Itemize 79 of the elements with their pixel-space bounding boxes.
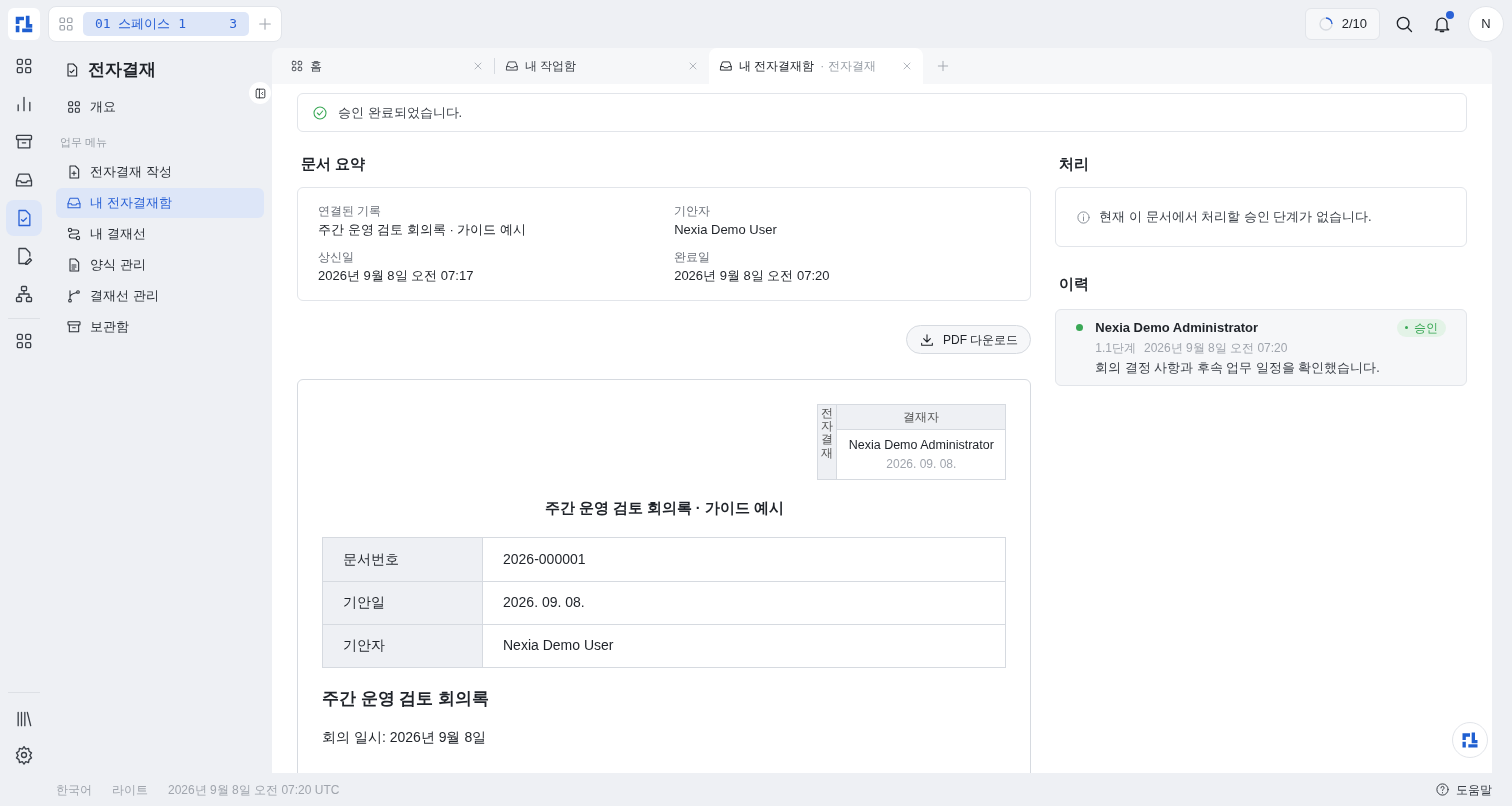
field-label: 상신일 (318, 249, 355, 266)
grid-icon (14, 56, 34, 76)
approver-name: Nexia Demo Administrator (847, 437, 995, 454)
document-title: 주간 운영 검토 회의록 · 가이드 예시 (543, 498, 785, 518)
history-comment: 회의 결정 사항과 후속 업무 일정을 확인했습니다. (1095, 359, 1381, 377)
archive-box-icon (66, 318, 82, 335)
tab[interactable]: 내 작업함 (495, 48, 709, 84)
search-icon[interactable] (1394, 14, 1414, 34)
sidebar-item[interactable]: 내 전자결재함 (56, 187, 264, 218)
help-icon (1435, 782, 1450, 797)
document-lines-icon (66, 256, 82, 273)
tab-sublabel: · 전자결재 (820, 58, 876, 75)
grid-icon (14, 331, 34, 351)
logo (13, 13, 35, 35)
history-time: 2026년 9월 8일 오전 07:20 (1144, 339, 1288, 357)
success-alert: 승인 완료되었습니다. (297, 93, 1467, 132)
archive-box-icon (14, 132, 34, 152)
section-heading: 처리 (1058, 154, 1091, 174)
status-badge: 승인 (1397, 318, 1446, 337)
table-header-cell: 기안자 (323, 624, 483, 667)
progress-indicator[interactable]: 2/10 (1304, 8, 1380, 40)
field-value: 주간 운영 검토 회의록 · 가이드 예시 (318, 221, 527, 239)
inbox-icon (719, 59, 733, 73)
section-label: 업무 메뉴 (59, 135, 109, 150)
field-label: 기안자 (674, 203, 712, 220)
sidebar-item[interactable]: 개요 (56, 92, 264, 122)
field-value: 2026년 9월 8일 오전 07:20 (674, 267, 831, 285)
download-icon (918, 331, 935, 348)
document-check-nav-button[interactable] (6, 200, 42, 236)
check-circle-icon (312, 104, 328, 121)
sidebar-panel-icon (253, 86, 267, 100)
field-value: 2026년 9월 8일 오전 07:17 (318, 267, 475, 285)
grid-icon (66, 99, 82, 115)
table-cell-text: 2026. 09. 08. (502, 593, 586, 612)
field-label: 연결된 기록 (318, 203, 383, 220)
approver-name: Nexia Demo Administrator (1095, 319, 1259, 337)
tab-count: 3 (229, 15, 237, 34)
help-button[interactable]: 도움말 (1435, 780, 1492, 799)
inbox-icon (505, 59, 519, 73)
document-paragraph: 회의 일시: 2026년 9월 8일 (322, 728, 488, 747)
hierarchy-icon (14, 284, 34, 304)
sidebar-item[interactable]: 보관함 (56, 311, 264, 342)
field-value: Nexia Demo User (674, 221, 778, 239)
sidebar-item[interactable]: 전자결재 작성 (56, 156, 264, 187)
table-header-cell: 기안일 (323, 581, 483, 624)
workspace-tab[interactable]: 01 스페이스 1 3 (83, 12, 249, 36)
info-icon (1076, 209, 1092, 225)
tab[interactable]: 홈 (280, 48, 494, 84)
collapse-sidebar-button[interactable] (249, 82, 271, 104)
route-icon (66, 225, 82, 242)
field-label: 완료일 (674, 249, 712, 266)
sidebar-item[interactable]: 양식 관리 (56, 249, 264, 280)
footer-time: 2026년 9월 8일 오전 07:20 UTC (168, 781, 340, 799)
grid-icon (57, 15, 75, 33)
logo (1460, 730, 1480, 750)
document-plus-icon (66, 163, 82, 180)
sidebar-title: 전자결재 (88, 59, 156, 82)
stamp-side-label: 전자결재 (818, 405, 838, 479)
table-header-cell: 문서번호 (323, 537, 483, 581)
section-heading: 이력 (1058, 274, 1091, 294)
info-message: 현재 이 문서에서 처리할 승인 단계가 없습니다. (1099, 208, 1372, 227)
table-cell-text: 2026-000001 (502, 549, 587, 569)
step-label: 1.1단계 (1095, 339, 1136, 357)
user-avatar[interactable]: N (1468, 6, 1504, 42)
branch-icon (66, 287, 82, 304)
approval-date: 2026. 09. 08. (885, 455, 958, 473)
tab[interactable]: 내 전자결재함 · 전자결재 (709, 48, 923, 84)
pdf-download-button[interactable]: PDF 다운로드 (905, 325, 1032, 354)
document-heading: 주간 운영 검토 회의록 (322, 687, 491, 710)
sidebar-item[interactable]: 내 결재선 (56, 218, 264, 249)
stamp-header: 결재자 (837, 405, 1006, 430)
table-cell-text: Nexia Demo User (502, 636, 615, 655)
spinner-icon (1317, 16, 1334, 32)
section-heading: 문서 요약 (300, 154, 367, 174)
app-logo[interactable] (8, 8, 40, 40)
sidebar-item[interactable]: 결재선 관리 (56, 280, 264, 311)
settings-icon (14, 745, 34, 765)
grid-icon (290, 59, 304, 73)
document-check-icon (64, 62, 80, 78)
